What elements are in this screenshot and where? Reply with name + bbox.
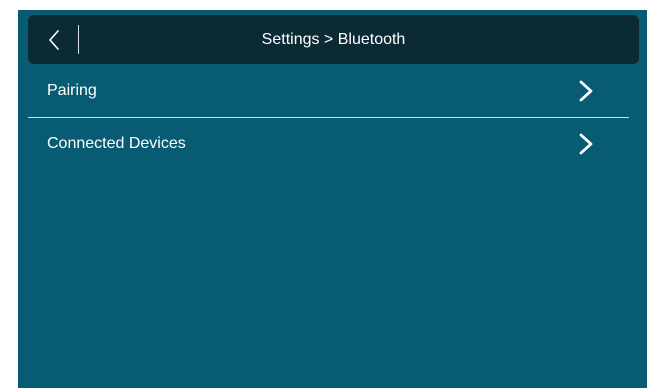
list-item-label: Pairing — [47, 82, 97, 99]
list-item-connected-devices[interactable]: Connected Devices — [29, 117, 629, 170]
chevron-right-icon — [579, 133, 593, 155]
chevron-right-icon — [579, 80, 593, 102]
list-item-label: Connected Devices — [47, 135, 186, 152]
header-divider — [78, 25, 79, 54]
list-item-pairing[interactable]: Pairing — [29, 64, 629, 117]
settings-screen: Settings > Bluetooth Pairing Connected D… — [18, 10, 647, 388]
header-bar: Settings > Bluetooth — [28, 15, 639, 64]
page-title: Settings > Bluetooth — [261, 31, 406, 48]
settings-list: Pairing Connected Devices — [18, 64, 629, 170]
chevron-left-icon — [49, 30, 59, 50]
back-button[interactable] — [36, 21, 80, 58]
